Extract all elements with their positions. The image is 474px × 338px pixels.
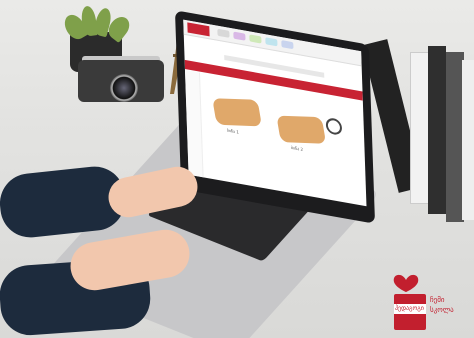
gear-icon xyxy=(325,116,343,136)
photo-scene: ბინა 1 ბინა 2 ჰედაგოგი ჩემი სკოლა xyxy=(0,0,474,338)
laptop-screen-bezel: ბინა 1 ბინა 2 xyxy=(174,10,376,224)
logo-side-text-2: სკოლა xyxy=(430,306,454,314)
card-right-caption: ბინა 2 xyxy=(290,144,304,153)
book xyxy=(428,46,446,214)
brand-logo: ჰედაგოგი ჩემი სკოლა xyxy=(388,270,472,334)
plant-leaves xyxy=(60,5,134,43)
book xyxy=(462,60,474,220)
laptop-screen: ბინა 1 ბინა 2 xyxy=(183,19,367,207)
content-card-left xyxy=(212,98,263,127)
card-left-caption: ბინა 1 xyxy=(226,127,239,135)
logo-box-text: ჰედაგოგი xyxy=(395,305,424,312)
content-card-right xyxy=(276,115,327,144)
screen-sidebar xyxy=(184,69,204,178)
logo-side-text-1: ჩემი xyxy=(430,296,445,304)
camera-lens xyxy=(110,74,138,102)
